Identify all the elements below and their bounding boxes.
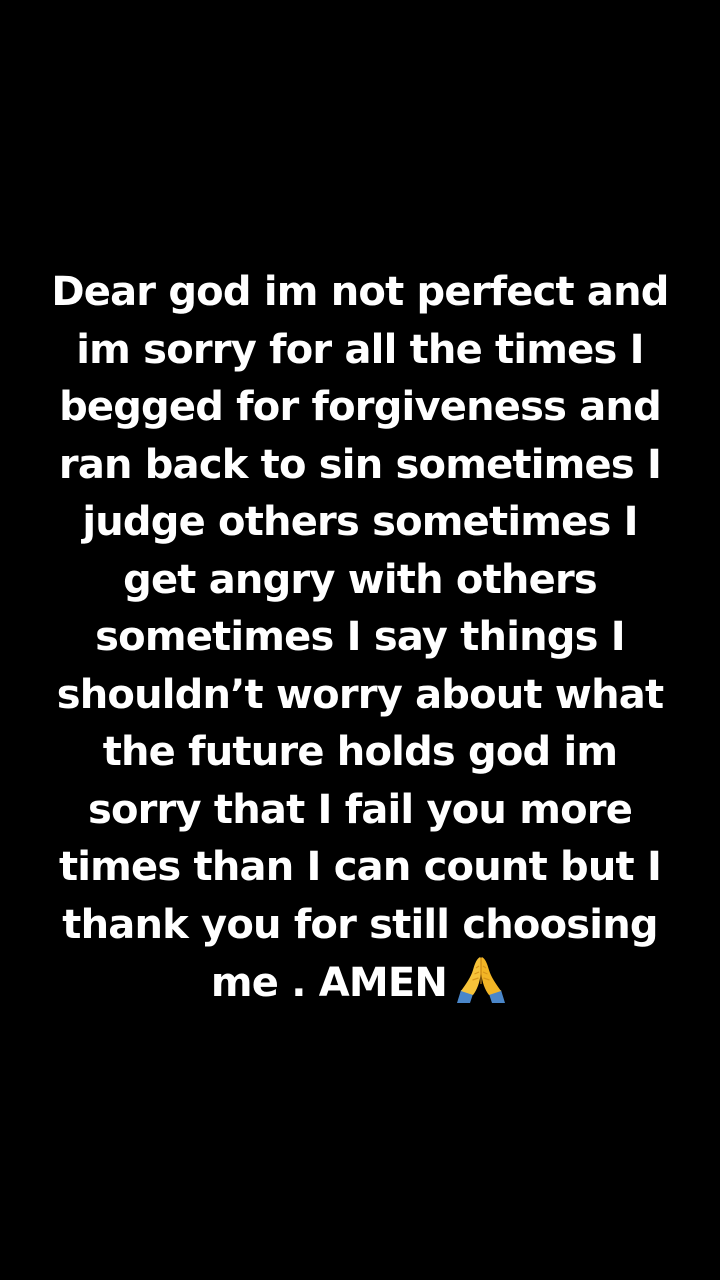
prayer-line: Dear god im not perfect and <box>51 269 669 315</box>
prayer-line-last: me . AMEN <box>40 954 680 1013</box>
folded-hands-icon <box>453 954 509 1004</box>
prayer-line: get angry with others <box>123 556 598 603</box>
prayer-line: times than I can count but I <box>58 844 662 890</box>
prayer-line: judge others sometimes I <box>82 499 638 545</box>
prayer-line: sorry that I fail you more <box>87 786 633 833</box>
prayer-line-text: me . AMEN <box>210 960 448 1006</box>
prayer-line: begged for forgiveness and <box>59 384 662 430</box>
prayer-line: sometimes I say things I <box>95 614 625 660</box>
prayer-line: im sorry for all the times I <box>76 326 644 373</box>
prayer-line: the future holds god im <box>102 729 618 775</box>
prayer-line: shouldn’t worry about what <box>56 671 664 718</box>
prayer-text: Dear god im not perfect and im sorry for… <box>40 264 680 1013</box>
story-screen: Dear god im not perfect and im sorry for… <box>0 0 720 1280</box>
prayer-line: ran back to sin sometimes I <box>58 441 662 488</box>
prayer-line: thank you for still choosing <box>62 901 658 948</box>
